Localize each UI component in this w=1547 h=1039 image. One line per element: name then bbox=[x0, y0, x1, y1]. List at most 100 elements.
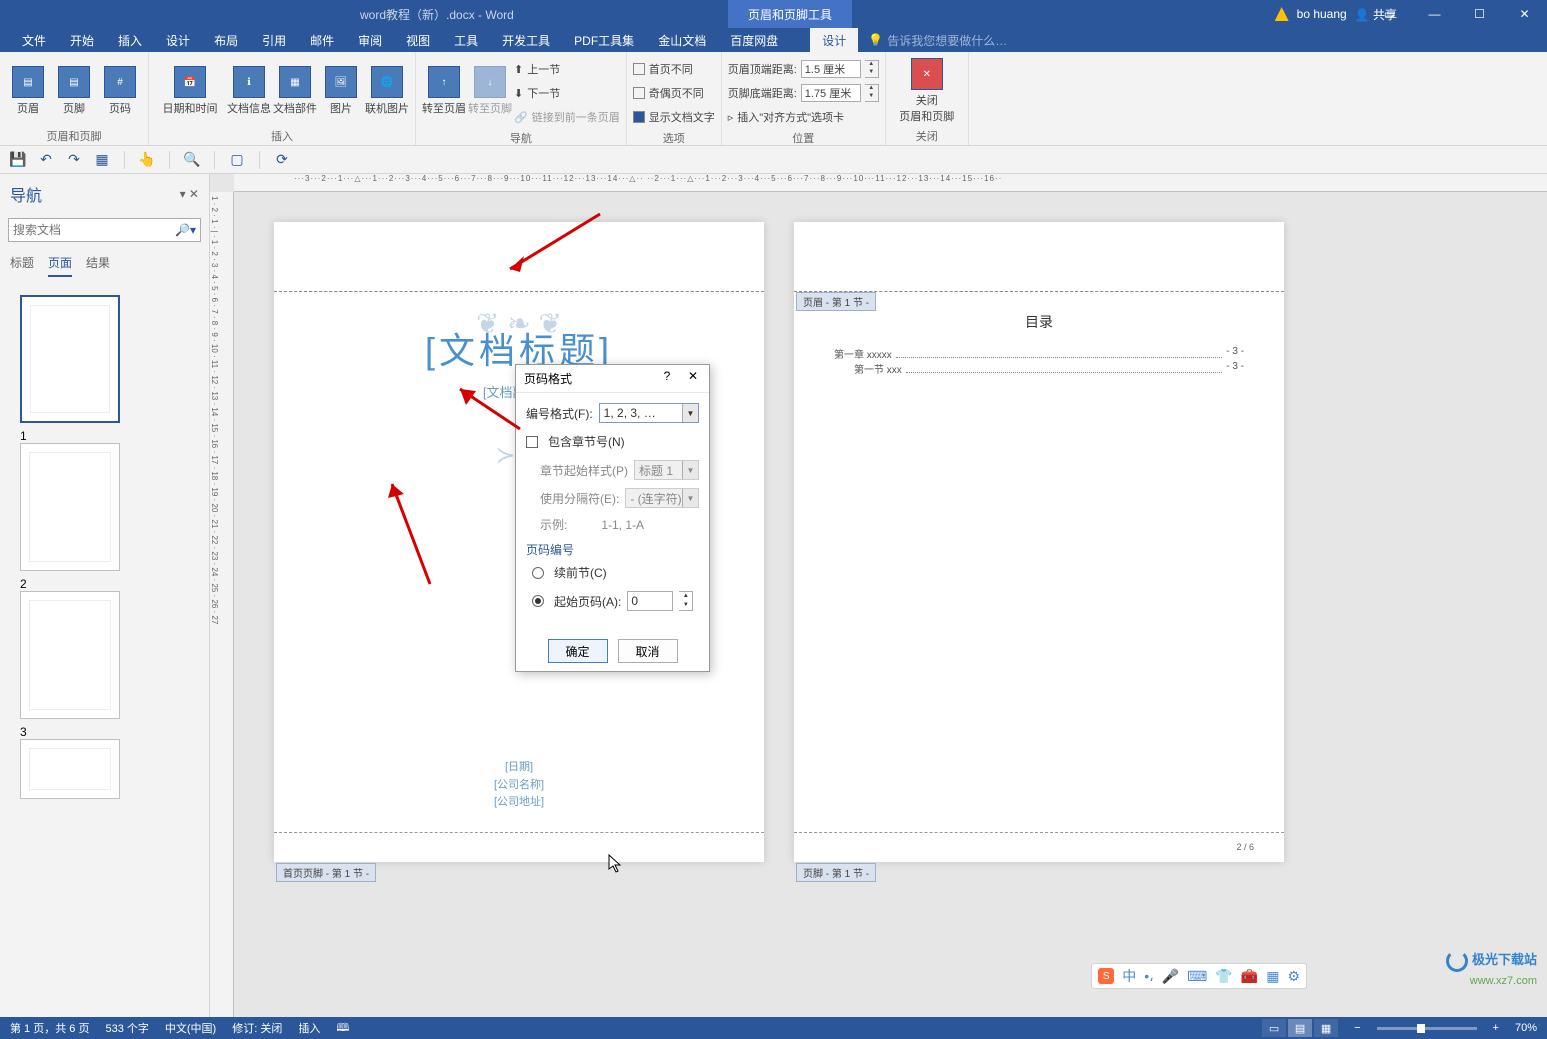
table-icon[interactable]: ▦ bbox=[92, 150, 112, 170]
tab-layout[interactable]: 布局 bbox=[202, 28, 250, 52]
ribbon-display-icon[interactable]: ▭ bbox=[1367, 0, 1412, 28]
nav-search-input[interactable] bbox=[13, 223, 175, 237]
footer-zone[interactable]: 首页页脚 - 第 1 节 - bbox=[274, 832, 764, 862]
horizontal-ruler[interactable]: ···3···2···1···△···1···2···3···4···5···6… bbox=[234, 174, 1547, 192]
close-header-footer-button[interactable]: ✕关闭 页眉和页脚 bbox=[892, 56, 962, 126]
tab-kingsoft-docs[interactable]: 金山文档 bbox=[646, 28, 718, 52]
undo-icon[interactable]: ↶ bbox=[36, 150, 56, 170]
tab-pdf-tools[interactable]: PDF工具集 bbox=[562, 28, 646, 52]
tab-review[interactable]: 审阅 bbox=[346, 28, 394, 52]
page-thumbnail-3[interactable] bbox=[20, 591, 120, 719]
tab-insert[interactable]: 插入 bbox=[106, 28, 154, 52]
print-layout-icon[interactable]: ▤ bbox=[1288, 1019, 1312, 1037]
prev-section-button[interactable]: ⬆ 上一节 bbox=[514, 58, 620, 80]
status-language[interactable]: 中文(中国) bbox=[165, 1020, 216, 1036]
ime-keyboard-icon[interactable]: ⌨ bbox=[1187, 968, 1207, 985]
footer-zone[interactable]: 页脚 - 第 1 节 - 2 / 6 bbox=[794, 832, 1284, 862]
spinner-buttons[interactable]: ▲▼ bbox=[679, 591, 693, 611]
search-icon[interactable]: 🔎▾ bbox=[175, 223, 196, 237]
tab-baidu-disk[interactable]: 百度网盘 bbox=[718, 28, 790, 52]
vertical-ruler[interactable]: 1 · 2 · 1 · | · 1 · 2 · 3 · 4 · 5 · 6 · … bbox=[210, 192, 234, 1017]
collapse-ribbon-icon[interactable]: ˆ bbox=[1538, 1024, 1541, 1035]
continue-previous-radio[interactable] bbox=[532, 567, 544, 579]
show-document-text-checkbox[interactable]: 显示文档文字 bbox=[633, 106, 715, 128]
insert-alignment-tab-button[interactable]: ▹ 插入"对齐方式"选项卡 bbox=[728, 106, 879, 128]
tab-header-footer-design[interactable]: 设计 bbox=[810, 28, 858, 52]
company-name-placeholder[interactable]: [公司名称] bbox=[274, 777, 764, 795]
number-format-combo[interactable]: 1, 2, 3, … ▼ bbox=[599, 403, 699, 423]
zoom-in-icon[interactable]: + bbox=[1493, 1022, 1499, 1034]
goto-footer-button[interactable]: ↓转至页脚 bbox=[468, 56, 512, 126]
rotate-icon[interactable]: ⟳ bbox=[272, 150, 292, 170]
ime-toolbox-icon[interactable]: 🧰 bbox=[1241, 968, 1258, 985]
start-at-radio[interactable] bbox=[532, 595, 544, 607]
different-first-page-checkbox[interactable]: 首页不同 bbox=[633, 58, 715, 80]
ime-grid-icon[interactable]: ▦ bbox=[1266, 968, 1279, 985]
ime-skin-icon[interactable]: 👕 bbox=[1215, 968, 1232, 985]
doc-info-button[interactable]: ℹ文档信息 bbox=[227, 56, 271, 126]
header-top-distance-spinner[interactable]: 1.5 厘米 bbox=[801, 60, 861, 78]
footer-button[interactable]: ▤页脚 bbox=[52, 56, 96, 126]
cancel-button[interactable]: 取消 bbox=[618, 639, 678, 663]
status-word-count[interactable]: 533 个字 bbox=[105, 1020, 148, 1036]
zoom-out-icon[interactable]: − bbox=[1354, 1022, 1360, 1034]
page-number-button[interactable]: #页码 bbox=[98, 56, 142, 126]
online-picture-button[interactable]: 🌐联机图片 bbox=[365, 56, 409, 126]
read-mode-icon[interactable]: ▭ bbox=[1262, 1019, 1286, 1037]
user-name[interactable]: bo huang bbox=[1297, 7, 1347, 21]
page-thumbnail-1[interactable] bbox=[20, 295, 120, 423]
save-icon[interactable]: 💾 bbox=[8, 150, 28, 170]
close-icon[interactable]: ✕ bbox=[1502, 0, 1547, 28]
tab-tools[interactable]: 工具 bbox=[442, 28, 490, 52]
dialog-close-icon[interactable]: ✕ bbox=[683, 369, 703, 383]
page-thumbnail-4[interactable] bbox=[20, 739, 120, 799]
chevron-down-icon[interactable]: ▼ bbox=[682, 404, 698, 422]
next-section-button[interactable]: ⬇ 下一节 bbox=[514, 82, 620, 104]
minimize-icon[interactable]: — bbox=[1412, 0, 1457, 28]
ime-punct-icon[interactable]: •، bbox=[1144, 968, 1153, 985]
include-chapter-checkbox[interactable] bbox=[526, 436, 538, 448]
tab-view[interactable]: 视图 bbox=[394, 28, 442, 52]
dialog-help-icon[interactable]: ? bbox=[657, 369, 677, 383]
zoom-slider[interactable] bbox=[1377, 1027, 1477, 1030]
web-layout-icon[interactable]: ▦ bbox=[1314, 1019, 1338, 1037]
nav-tab-results[interactable]: 结果 bbox=[86, 254, 110, 277]
toc-entry[interactable]: 第一节 xxx- 3 - bbox=[834, 361, 1244, 376]
ime-settings-icon[interactable]: ⚙ bbox=[1287, 968, 1300, 985]
spinner-buttons[interactable]: ▲▼ bbox=[865, 60, 879, 78]
sogou-logo-icon[interactable]: S bbox=[1098, 968, 1114, 984]
picture-button[interactable]: 🖼图片 bbox=[319, 56, 363, 126]
page-thumbnail-2[interactable] bbox=[20, 443, 120, 571]
maximize-icon[interactable]: ☐ bbox=[1457, 0, 1502, 28]
status-accessibility-icon[interactable]: 🕮 bbox=[336, 1019, 349, 1038]
header-zone[interactable] bbox=[274, 222, 764, 292]
touch-mode-icon[interactable]: 👆 bbox=[137, 150, 157, 170]
link-previous-button[interactable]: 🔗 链接到前一条页眉 bbox=[514, 106, 620, 128]
header-button[interactable]: ▤页眉 bbox=[6, 56, 50, 126]
quick-parts-button[interactable]: ▦文档部件 bbox=[273, 56, 317, 126]
spinner-buttons[interactable]: ▲▼ bbox=[865, 84, 879, 102]
footer-bottom-distance-spinner[interactable]: 1.75 厘米 bbox=[801, 84, 861, 102]
ime-toolbar[interactable]: S 中 •، 🎤 ⌨ 👕 🧰 ▦ ⚙ bbox=[1091, 963, 1307, 989]
nav-search-box[interactable]: 🔎▾ bbox=[8, 218, 201, 242]
tab-file[interactable]: 文件 bbox=[10, 28, 58, 52]
nav-tab-pages[interactable]: 页面 bbox=[48, 254, 72, 277]
zoom-level[interactable]: 70% bbox=[1515, 1022, 1537, 1034]
tab-mailings[interactable]: 邮件 bbox=[298, 28, 346, 52]
tab-developer[interactable]: 开发工具 bbox=[490, 28, 562, 52]
zoom-icon[interactable]: 🔍 bbox=[182, 150, 202, 170]
header-zone[interactable]: 页眉 - 第 1 节 - bbox=[794, 222, 1284, 292]
start-at-spinner[interactable]: 0 bbox=[627, 591, 673, 611]
status-insert-mode[interactable]: 插入 bbox=[298, 1020, 320, 1036]
nav-tab-headings[interactable]: 标题 bbox=[10, 254, 34, 277]
status-track-changes[interactable]: 修订: 关闭 bbox=[232, 1020, 282, 1036]
ime-chinese-indicator[interactable]: 中 bbox=[1122, 966, 1136, 986]
different-odd-even-checkbox[interactable]: 奇偶页不同 bbox=[633, 82, 715, 104]
nav-dropdown-icon[interactable]: ▾ ✕ bbox=[180, 187, 199, 201]
toc-entry[interactable]: 第一章 xxxxx- 3 - bbox=[834, 346, 1244, 361]
tab-design[interactable]: 设计 bbox=[154, 28, 202, 52]
page-2[interactable]: 页眉 - 第 1 节 - 目录 第一章 xxxxx- 3 - 第一节 xxx- … bbox=[794, 222, 1284, 862]
tab-home[interactable]: 开始 bbox=[58, 28, 106, 52]
ime-mic-icon[interactable]: 🎤 bbox=[1162, 968, 1179, 985]
date-placeholder[interactable]: [日期] bbox=[274, 759, 764, 777]
